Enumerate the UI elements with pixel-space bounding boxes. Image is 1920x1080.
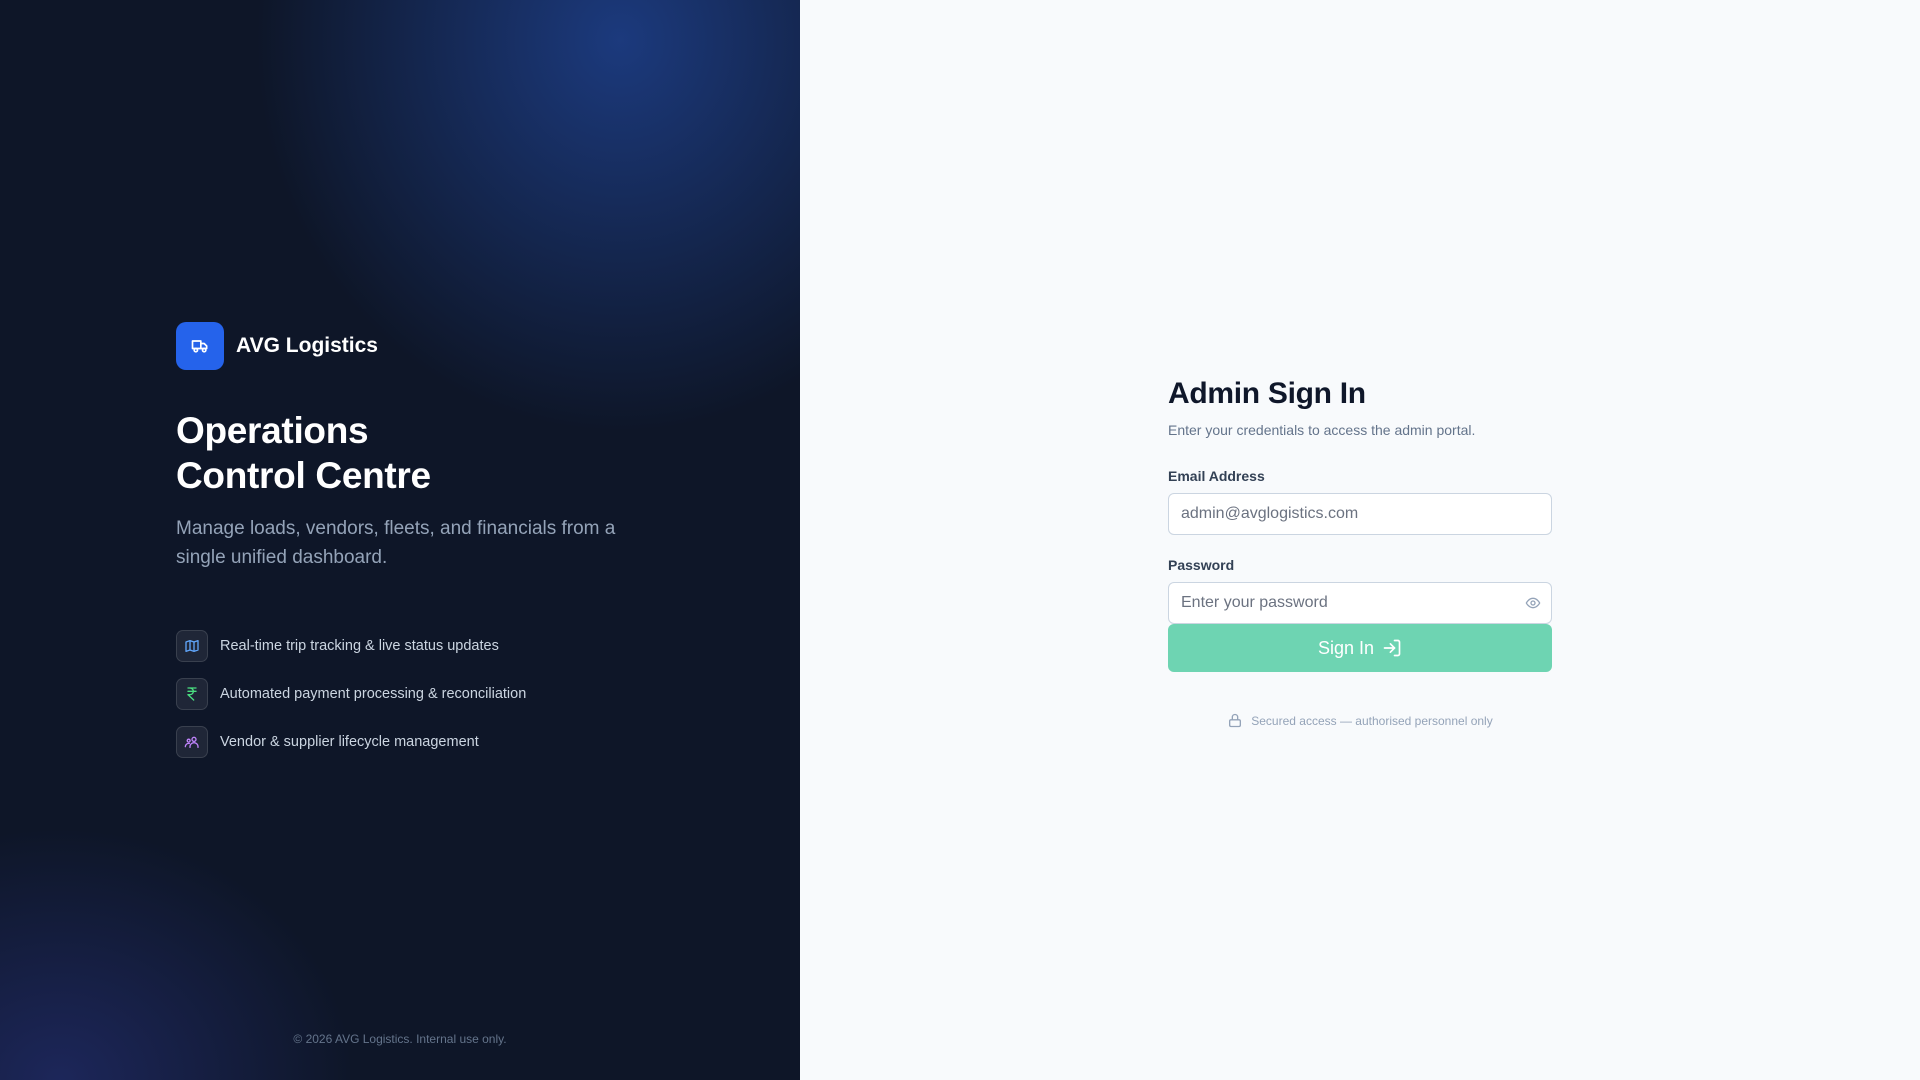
feature-item: Vendor & supplier lifecycle management [176,726,526,758]
form-title: Admin Sign In [1168,377,1366,410]
password-field-wrapper [1168,582,1552,624]
password-field[interactable] [1168,582,1552,624]
feature-list: Real-time trip tracking & live status up… [176,630,526,774]
hero-title-line2: Control Centre [176,455,431,496]
feature-item: Real-time trip tracking & live status up… [176,630,526,662]
security-note-text: Secured access — authorised personnel on… [1251,713,1493,728]
feature-text: Vendor & supplier lifecycle management [220,734,479,750]
sign-in-form: Admin Sign In Enter your credentials to … [1168,376,1552,729]
password-label: Password [1168,557,1235,573]
hero-title: Operations Control Centre [176,408,696,498]
rupee-icon [176,678,208,710]
brand-logo [176,322,224,370]
sign-in-label: Sign In [1317,637,1375,658]
security-note: Secured access — authorised personnel on… [1168,712,1552,729]
map-icon [176,630,208,662]
users-icon [176,726,208,758]
form-subtitle: Enter your credentials to access the adm… [1168,422,1476,438]
hero-subtitle: Manage loads, vendors, fleets, and finan… [176,518,616,568]
truck-icon [191,340,208,353]
hero-title-line1: Operations [176,410,369,451]
feature-item: Automated payment processing & reconcili… [176,678,526,710]
feature-text: Real-time trip tracking & live status up… [220,638,499,654]
sign-in-panel: Admin Sign In Enter your credentials to … [800,0,1920,1080]
copyright: © 2026 AVG Logistics. Internal use only. [293,1032,507,1046]
email-field-wrapper [1168,493,1552,535]
branding-panel: AVG Logistics Operations Control Centre … [0,0,800,1080]
email-label: Email Address [1168,468,1265,484]
brand: AVG Logistics [176,322,378,370]
email-field[interactable] [1168,493,1552,535]
brand-name: AVG Logistics [236,334,378,357]
login-arrow-icon [1383,639,1401,657]
sign-in-button[interactable]: Sign In [1168,624,1552,672]
feature-text: Automated payment processing & reconcili… [220,686,527,702]
show-password-icon[interactable] [1524,595,1542,611]
lock-icon [1229,713,1242,728]
